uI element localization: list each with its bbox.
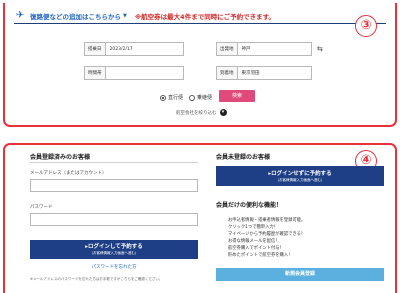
members-title: 会員登録済みのお客様	[30, 154, 91, 161]
to-airport-field[interactable]: 到着地 東京羽田	[216, 66, 312, 80]
from-airport-label: 出発地	[217, 43, 238, 55]
member-benefits-title: 会員だけの便利な機能！	[216, 202, 283, 209]
chevron-down-icon: ▾	[219, 109, 227, 116]
step-number-badge: ③	[355, 15, 377, 37]
swap-airports-icon[interactable]: ⇆	[317, 45, 323, 53]
departure-date-value: 2023/2/17	[109, 46, 133, 52]
airplane-icon: ✈	[15, 9, 25, 21]
list-item: マイページから予約履歴が確認できる！	[228, 232, 306, 237]
email-label: メールアドレス（またはアカウント）	[30, 171, 107, 176]
direct-flight-label: 直行便	[168, 95, 184, 101]
fine-print: ※メールアドレスのパスワードを忘れた方はお手数ですがこちらをご確認ください。	[30, 277, 163, 281]
time-slot-label: 時間帯	[85, 67, 106, 79]
to-airport-value: 東京羽田	[241, 71, 260, 76]
list-item: お得な情報メールを配信！	[228, 239, 280, 244]
connecting-flight-radio[interactable]	[189, 94, 196, 101]
departure-date-field[interactable]: 搭乗日 2023/2/17	[84, 42, 184, 56]
password-label: パスワード	[30, 205, 53, 210]
from-airport-value: 神戸	[241, 47, 251, 52]
time-slot-select[interactable]: 時間帯	[84, 66, 184, 80]
list-item: 航空券購入でポイント付与！	[228, 246, 284, 251]
airline-filter-link[interactable]: 航空会社を絞り込む ▾	[176, 109, 227, 116]
forgot-password-link[interactable]: パスワードを忘れた方	[0, 264, 228, 270]
guest-button-sublabel: (お客様情報入力画面へ進む)	[277, 178, 323, 182]
list-item: 貯めたポイントで航空券を購入！	[228, 253, 293, 258]
login-button-label: ログインして予約する	[87, 244, 143, 250]
add-return-flight-header: ✈ 復路便などの追加はこちらから ▼ ※航空券は最大4件まで同時にご予約できます…	[14, 8, 386, 24]
guest-title: 会員未登録のお客様	[216, 154, 271, 161]
password-input[interactable]	[30, 213, 198, 226]
to-airport-label: 到着地	[217, 67, 238, 79]
arrow-down-icon: ▼	[123, 12, 127, 19]
divider	[30, 162, 198, 163]
from-airport-field[interactable]: 出発地 神戸	[216, 42, 312, 56]
direct-flight-radio[interactable]	[160, 94, 166, 101]
list-item: クリック1つで簡単入力！	[228, 225, 278, 230]
login-button-sublabel: (お客様情報入力画面へ進む)	[91, 251, 137, 255]
search-button[interactable]: 検索	[219, 90, 255, 102]
connecting-flight-label: 乗継便	[197, 95, 213, 101]
departure-date-label: 搭乗日	[85, 43, 106, 55]
book-without-login-button[interactable]: ▸ログインせずに予約する (お客様情報入力画面へ進む)	[216, 166, 384, 186]
new-member-register-button[interactable]: 新規会員登録	[216, 268, 384, 281]
max-booking-note: ※航空券は最大4件まで同時にご予約できます。	[134, 12, 275, 21]
airline-filter-label: 航空会社を絞り込む	[176, 110, 217, 116]
add-flight-link[interactable]: 復路便などの追加はこちらから	[30, 11, 121, 21]
member-benefits-list: お申込者情報・搭乗者情報を登録可能。 クリック1つで簡単入力！ マイページから予…	[228, 217, 305, 259]
guest-button-label: ログインせずに予約する	[271, 171, 332, 177]
login-and-book-button[interactable]: ▸ログインして予約する (お客様情報入力画面へ進む)	[30, 240, 198, 259]
list-item: お申込者情報・搭乗者情報を登録可能。	[228, 218, 306, 223]
flight-type-radio-group: 直行便 乗継便	[160, 94, 212, 101]
email-input[interactable]	[30, 179, 198, 192]
